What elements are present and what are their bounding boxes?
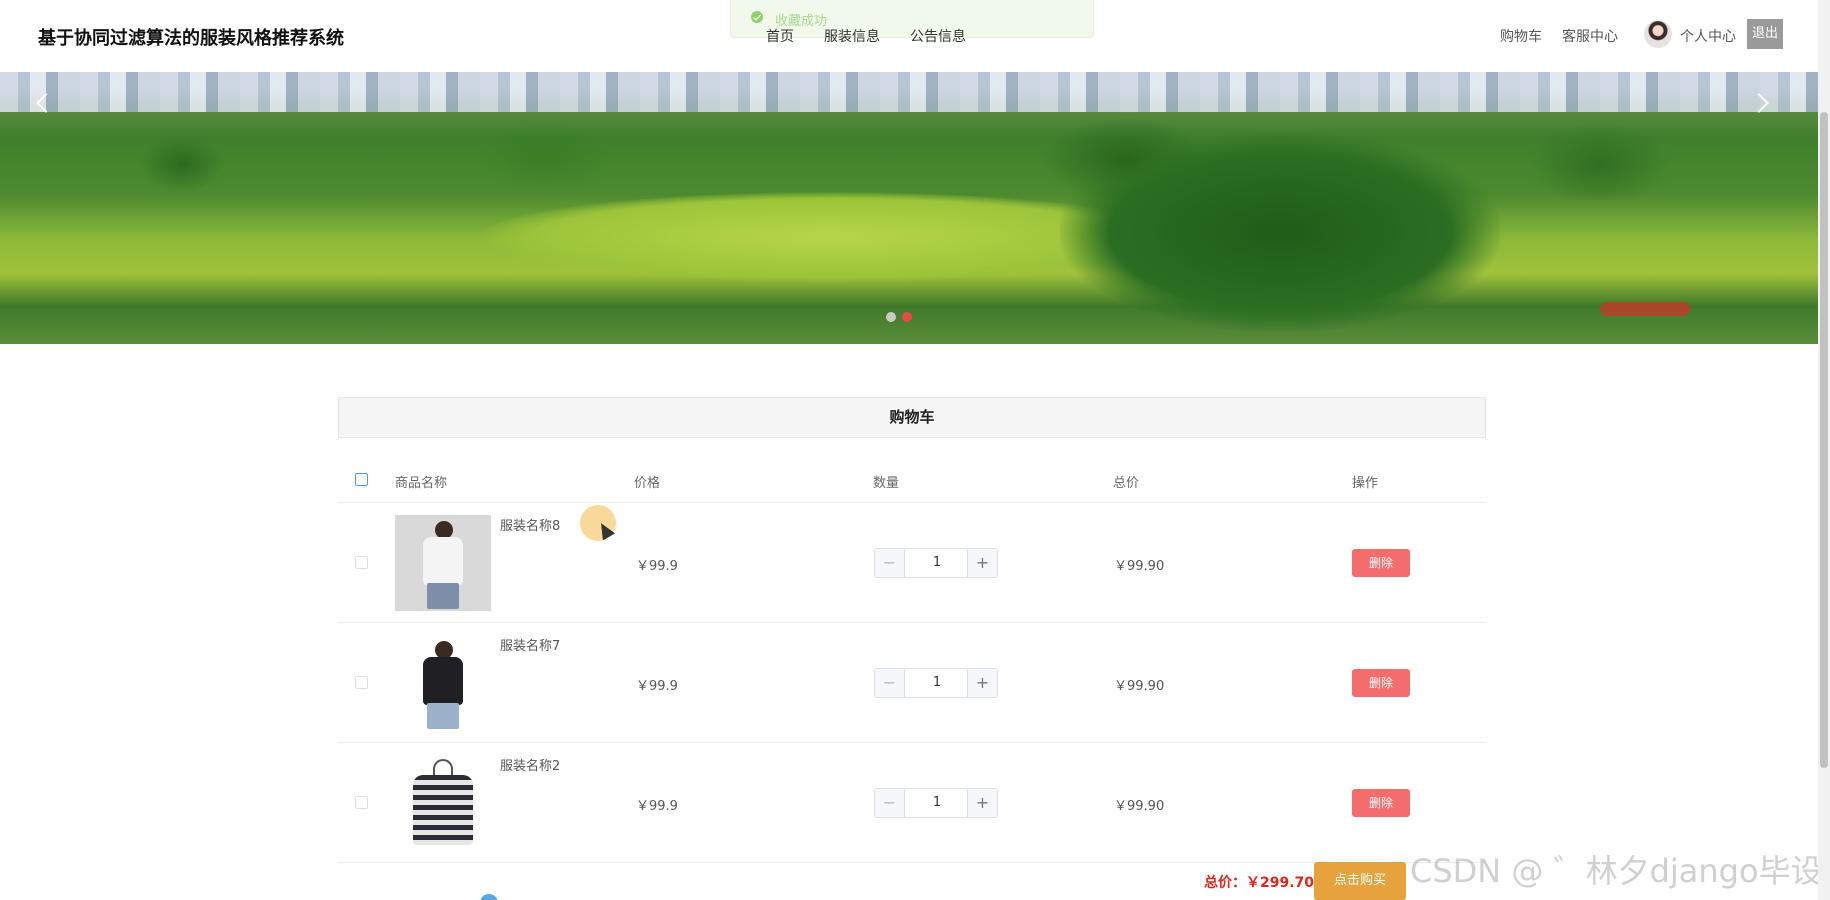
row-total: ￥99.90	[1114, 679, 1165, 694]
increase-button[interactable]: +	[967, 789, 997, 817]
column-quantity: 数量	[873, 476, 900, 491]
delete-button[interactable]: 删除	[1352, 669, 1410, 697]
product-price: ￥99.9	[636, 559, 678, 574]
carousel-dot-1[interactable]	[886, 312, 896, 322]
delete-button[interactable]: 删除	[1352, 789, 1410, 817]
model-jeans	[427, 703, 459, 729]
service-center-link[interactable]: 客服中心	[1562, 26, 1618, 46]
select-all-checkbox[interactable]	[355, 473, 368, 486]
summary-total: ￥299.70	[1246, 875, 1315, 891]
quantity-input[interactable]: 1	[906, 669, 968, 697]
decrease-button[interactable]: −	[875, 549, 905, 577]
increase-button[interactable]: +	[967, 669, 997, 697]
row-total: ￥99.90	[1114, 559, 1165, 574]
column-actions: 操作	[1352, 476, 1379, 491]
site-title: 基于协同过滤算法的服装风格推荐系统	[38, 28, 344, 49]
banner-trees	[0, 110, 1818, 200]
banner-carousel	[0, 72, 1818, 344]
banner-forest	[1060, 132, 1500, 332]
banner-skyline	[0, 72, 1818, 112]
product-name[interactable]: 服装名称7	[500, 635, 560, 654]
product-price: ￥99.9	[636, 799, 678, 814]
top-header: 基于协同过滤算法的服装风格推荐系统 收藏成功 首页 服装信息 公告信息 购物车 …	[0, 0, 1830, 72]
main-nav: 首页 服装信息 公告信息	[766, 26, 966, 46]
summary-label: 总价：	[1204, 875, 1246, 891]
avatar[interactable]	[1644, 20, 1672, 48]
product-name[interactable]: 服装名称8	[500, 515, 560, 534]
chevron-left-icon[interactable]	[34, 94, 54, 114]
column-product-name: 商品名称	[395, 476, 448, 491]
cart-row: 服装名称8 ￥99.9 − 1 + ￥99.90 删除	[338, 503, 1486, 623]
profile-link[interactable]: 个人中心	[1680, 26, 1736, 46]
quantity-stepper: − 1 +	[874, 668, 998, 698]
product-image[interactable]	[395, 515, 491, 611]
cart-table-header: 商品名称 价格 数量 总价 操作	[338, 458, 1486, 503]
page: 基于协同过滤算法的服装风格推荐系统 收藏成功 首页 服装信息 公告信息 购物车 …	[0, 0, 1830, 900]
nav-home[interactable]: 首页	[766, 26, 794, 46]
decrease-button[interactable]: −	[875, 669, 905, 697]
logout-button[interactable]: 退出	[1747, 19, 1783, 49]
cart-title: 购物车	[338, 397, 1486, 438]
increase-button[interactable]: +	[967, 549, 997, 577]
model-tshirt	[423, 537, 463, 585]
nav-announcement-info[interactable]: 公告信息	[910, 26, 966, 46]
row-checkbox[interactable]	[355, 556, 368, 569]
row-checkbox[interactable]	[355, 796, 368, 809]
check-circle-icon	[751, 11, 763, 23]
quantity-stepper: − 1 +	[874, 548, 998, 578]
row-total: ￥99.90	[1114, 799, 1165, 814]
quantity-input[interactable]: 1	[906, 789, 968, 817]
product-image[interactable]	[395, 755, 491, 851]
carousel-indicators	[886, 312, 912, 322]
page-scrollbar[interactable]	[1818, 0, 1830, 900]
quantity-input[interactable]: 1	[906, 549, 968, 577]
carousel-dot-2[interactable]	[902, 312, 912, 322]
column-total: 总价	[1113, 476, 1140, 491]
hanger-icon	[433, 759, 453, 775]
floating-help-icon[interactable]	[480, 894, 498, 900]
product-image[interactable]	[395, 635, 491, 731]
scrollbar-thumb[interactable]	[1820, 112, 1828, 768]
nav-clothing-info[interactable]: 服装信息	[824, 26, 880, 46]
quantity-stepper: − 1 +	[874, 788, 998, 818]
cart-link[interactable]: 购物车	[1500, 26, 1542, 46]
product-name[interactable]: 服装名称2	[500, 755, 560, 774]
chevron-right-icon[interactable]	[1752, 94, 1772, 114]
product-price: ￥99.9	[636, 679, 678, 694]
row-checkbox[interactable]	[355, 676, 368, 689]
cart-summary: 总价：￥299.70	[1204, 872, 1314, 892]
cart-row: 服装名称7 ￥99.9 − 1 + ￥99.90 删除	[338, 623, 1486, 743]
decrease-button[interactable]: −	[875, 789, 905, 817]
csdn-watermark: CSDN @ ゛林夕django毕设	[1410, 852, 1823, 890]
buy-button[interactable]: 点击购买	[1314, 862, 1406, 900]
cart-row: 服装名称2 ￥99.9 − 1 + ￥99.90 删除	[338, 743, 1486, 863]
model-jeans	[427, 583, 459, 609]
banner-flowers	[1600, 302, 1690, 316]
model-polo	[423, 657, 463, 705]
column-price: 价格	[634, 476, 661, 491]
striped-shirt	[413, 775, 473, 845]
user-bar: 购物车 客服中心 个人中心 退出	[1500, 18, 1830, 52]
delete-button[interactable]: 删除	[1352, 549, 1410, 577]
